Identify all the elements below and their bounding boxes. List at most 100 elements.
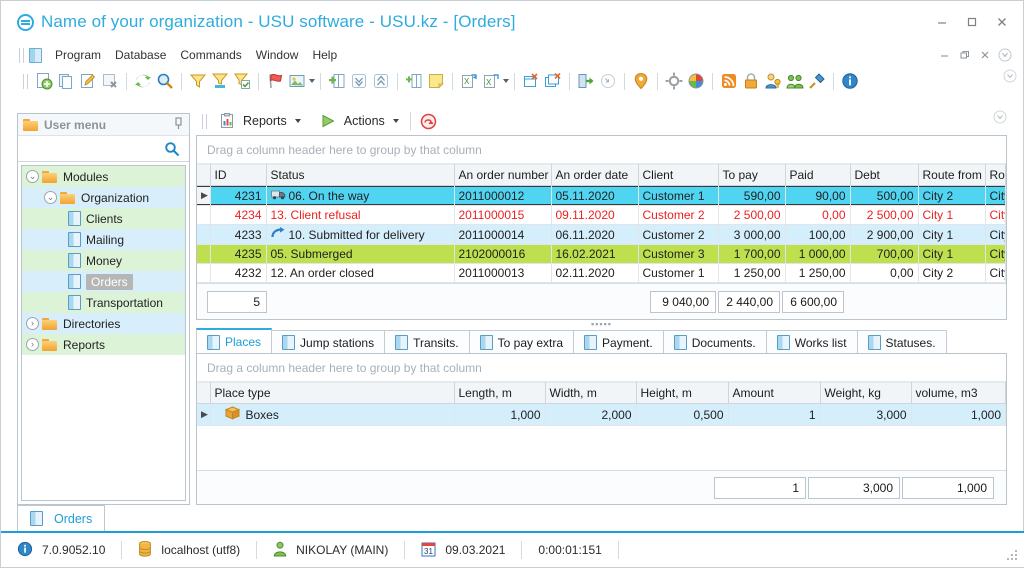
- image-icon[interactable]: [286, 70, 308, 92]
- reports-button[interactable]: Reports: [212, 108, 305, 134]
- add-record-icon[interactable]: [33, 70, 55, 92]
- mdi-restore-button[interactable]: [955, 46, 975, 64]
- menu-item-program[interactable]: Program: [48, 47, 108, 63]
- flag-icon[interactable]: [264, 70, 286, 92]
- tree-node-modules[interactable]: ⌄ Modules: [22, 166, 185, 187]
- column-header-id[interactable]: ID: [210, 165, 266, 186]
- close-button[interactable]: [987, 9, 1017, 35]
- users-icon[interactable]: [784, 70, 806, 92]
- copy-record-icon[interactable]: [55, 70, 77, 92]
- table-row[interactable]: 4235 05. Submerged 2102000016 16.02.2021…: [197, 245, 1006, 264]
- tree-node-transportation[interactable]: Transportation: [22, 292, 185, 313]
- minimize-window-icon[interactable]: [597, 70, 619, 92]
- detail-group-by-hint[interactable]: Drag a column header here to group by th…: [197, 354, 1006, 382]
- tab-works-list[interactable]: Works list: [766, 330, 858, 354]
- record-toolbar-grip[interactable]: [202, 114, 207, 129]
- collapse-toggle-icon[interactable]: ⌄: [26, 170, 39, 183]
- menu-drag-grip[interactable]: [19, 48, 24, 63]
- table-row[interactable]: ▶ Boxes 1,000 2,000: [197, 404, 1006, 426]
- delete-record-icon[interactable]: [99, 70, 121, 92]
- resize-grip[interactable]: [1005, 548, 1019, 562]
- info-icon[interactable]: [839, 70, 861, 92]
- column-header-route-from[interactable]: Route from: [918, 165, 985, 186]
- column-header-weight[interactable]: Weight, kg: [820, 383, 911, 404]
- column-header-to-pay[interactable]: To pay: [718, 165, 785, 186]
- menu-item-help[interactable]: Help: [305, 47, 344, 63]
- minimize-button[interactable]: [927, 9, 957, 35]
- location-icon[interactable]: [630, 70, 652, 92]
- rss-icon[interactable]: [718, 70, 740, 92]
- column-header-debt[interactable]: Debt: [850, 165, 918, 186]
- window-new-icon[interactable]: [520, 70, 542, 92]
- column-header-status[interactable]: Status: [266, 165, 454, 186]
- cancel-icon[interactable]: [418, 110, 440, 132]
- column-header-amount[interactable]: Amount: [728, 383, 820, 404]
- tree-node-organization[interactable]: ⌄ Organization: [22, 187, 185, 208]
- column-header-length[interactable]: Length, m: [454, 383, 545, 404]
- column-header-client[interactable]: Client: [638, 165, 718, 186]
- table-row[interactable]: 4233 10. Submitted for delivery 20110000…: [197, 225, 1006, 245]
- column-header-place-type[interactable]: Place type: [210, 383, 454, 404]
- menu-item-window[interactable]: Window: [249, 47, 306, 63]
- collapse-all-icon[interactable]: [370, 70, 392, 92]
- column-add-icon[interactable]: [403, 70, 425, 92]
- tab-payment[interactable]: Payment.: [573, 330, 664, 354]
- tab-to-pay-extra[interactable]: To pay extra: [469, 330, 574, 354]
- palette-icon[interactable]: [685, 70, 707, 92]
- tab-statuses[interactable]: Statuses.: [857, 330, 947, 354]
- menu-item-commands[interactable]: Commands: [173, 47, 248, 63]
- window-close-all-icon[interactable]: [542, 70, 564, 92]
- table-row[interactable]: 4232 12. An order closed 2011000013 02.1…: [197, 264, 1006, 283]
- tab-jump-stations[interactable]: Jump stations: [271, 330, 385, 354]
- tab-documents[interactable]: Documents.: [663, 330, 767, 354]
- excel-dropdown-caret-icon[interactable]: [502, 70, 509, 92]
- filter-clear-icon[interactable]: [209, 70, 231, 92]
- search-icon[interactable]: [154, 70, 176, 92]
- tab-transits[interactable]: Transits.: [384, 330, 470, 354]
- pin-icon[interactable]: [173, 117, 184, 133]
- tree-node-orders[interactable]: Orders: [22, 271, 185, 292]
- record-toolbar-overflow[interactable]: [993, 110, 1007, 124]
- lock-icon[interactable]: [740, 70, 762, 92]
- tab-places[interactable]: Places: [196, 328, 272, 354]
- tree-node-clients[interactable]: Clients: [22, 208, 185, 229]
- user-rights-icon[interactable]: [762, 70, 784, 92]
- expand-toggle-icon[interactable]: ›: [26, 317, 39, 330]
- column-header-order-number[interactable]: An order number: [454, 165, 551, 186]
- exit-icon[interactable]: [575, 70, 597, 92]
- panel-splitter[interactable]: ▪▪▪▪▪: [196, 320, 1007, 328]
- excel-import-icon[interactable]: X: [480, 70, 502, 92]
- group-add-icon[interactable]: [326, 70, 348, 92]
- excel-export-icon[interactable]: X: [458, 70, 480, 92]
- note-icon[interactable]: [425, 70, 447, 92]
- menu-item-database[interactable]: Database: [108, 47, 173, 63]
- document-tab-orders[interactable]: Orders: [17, 505, 105, 531]
- maximize-button[interactable]: [957, 9, 987, 35]
- edit-record-icon[interactable]: [77, 70, 99, 92]
- tree-node-directories[interactable]: › Directories: [22, 313, 185, 334]
- table-row[interactable]: ▶ 4231 06. On the way 201100001: [197, 186, 1006, 206]
- column-header-route-to[interactable]: Route to: [985, 165, 1006, 186]
- filter-icon[interactable]: [187, 70, 209, 92]
- expand-toggle-icon[interactable]: ›: [26, 338, 39, 351]
- plugin-icon[interactable]: [806, 70, 828, 92]
- column-header-volume[interactable]: volume, m3: [911, 383, 1006, 404]
- toolbar-overflow-control[interactable]: [1003, 69, 1017, 83]
- tree-node-money[interactable]: Money: [22, 250, 185, 271]
- collapse-toggle-icon[interactable]: ⌄: [44, 191, 57, 204]
- column-header-width[interactable]: Width, m: [545, 383, 636, 404]
- tree-node-mailing[interactable]: Mailing: [22, 229, 185, 250]
- column-header-paid[interactable]: Paid: [785, 165, 850, 186]
- mdi-close-button[interactable]: [975, 46, 995, 64]
- mdi-minimize-button[interactable]: [935, 46, 955, 64]
- actions-button[interactable]: Actions: [313, 108, 403, 134]
- settings-icon[interactable]: [663, 70, 685, 92]
- column-header-order-date[interactable]: An order date: [551, 165, 638, 186]
- refresh-icon[interactable]: [132, 70, 154, 92]
- mdi-dropdown-button[interactable]: [995, 46, 1015, 64]
- group-by-hint[interactable]: Drag a column header here to group by th…: [197, 136, 1006, 164]
- column-header-height[interactable]: Height, m: [636, 383, 728, 404]
- filter-apply-icon[interactable]: [231, 70, 253, 92]
- search-icon[interactable]: [161, 138, 183, 160]
- expand-all-icon[interactable]: [348, 70, 370, 92]
